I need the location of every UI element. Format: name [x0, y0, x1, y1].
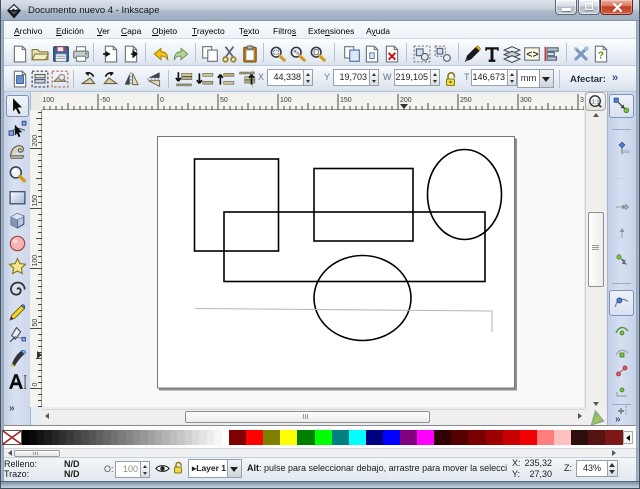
- svg-text:0: 0: [160, 97, 164, 104]
- svg-text:250: 250: [460, 97, 472, 104]
- svg-text:100: 100: [32, 255, 39, 267]
- svg-text:--: --: [617, 236, 620, 241]
- svg-text:300: 300: [520, 97, 532, 104]
- svg-text:50: 50: [220, 97, 228, 104]
- svg-text:abc: abc: [623, 149, 630, 154]
- svg-text:200: 200: [32, 135, 39, 147]
- svg-text:<>: <>: [526, 50, 538, 61]
- svg-text:200: 200: [400, 97, 412, 104]
- svg-text:-100: -100: [42, 97, 54, 104]
- svg-text:150: 150: [340, 97, 352, 104]
- svg-text:350: 350: [580, 97, 584, 104]
- svg-text:150: 150: [32, 195, 39, 207]
- svg-text:-----: -----: [616, 176, 625, 182]
- svg-text:50: 50: [32, 319, 39, 327]
- svg-text:1:1: 1:1: [592, 99, 600, 105]
- svg-text:100: 100: [280, 97, 292, 104]
- svg-text:0: 0: [32, 383, 39, 387]
- svg-text:-50: -50: [100, 97, 110, 104]
- svg-text:?: ?: [598, 51, 604, 62]
